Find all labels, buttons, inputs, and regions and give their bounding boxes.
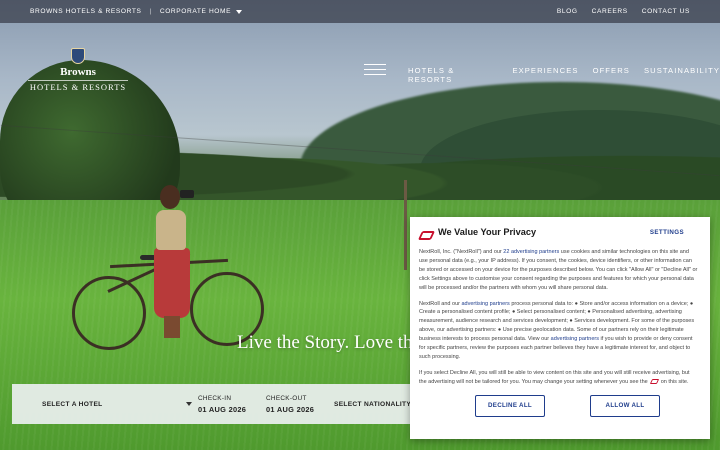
utility-bar: BROWNS HOTELS & RESORTS | CORPORATE HOME… [0, 0, 720, 23]
consent-text: use cookies and similar technologies on … [419, 249, 698, 291]
topbar-separator: | [149, 8, 152, 15]
utility-links: BLOG CAREERS CONTACT US [557, 8, 690, 15]
nav-item-sustainability[interactable]: SUSTAINABILITY [644, 66, 720, 84]
brand-link[interactable]: BROWNS HOTELS & RESORTS [30, 8, 142, 15]
woman-figure [156, 210, 186, 250]
consent-paragraph-2: NextRoll and our advertising partners pr… [419, 300, 702, 362]
advertising-partners-link[interactable]: 22 advertising partners [503, 249, 559, 255]
decline-all-button[interactable]: DECLINE ALL [475, 394, 545, 417]
contact-us-link[interactable]: CONTACT US [642, 8, 690, 15]
bicycle-wheel [72, 276, 146, 350]
brand-logo[interactable]: Browns HOTELS & RESORTS [28, 48, 128, 92]
booking-bar: SELECT A HOTEL CHECK-IN 01 AUG 2026 CHEC… [12, 384, 412, 424]
consent-text: NextRoll, Inc. ("NextRoll") and our [419, 249, 504, 255]
consent-text: If you select Decline All, you will stil… [419, 369, 690, 385]
nav-item-hotels-resorts[interactable]: HOTELS & RESORTS [408, 66, 498, 84]
nav-item-experiences[interactable]: EXPERIENCES [512, 66, 578, 84]
binoculars [180, 190, 194, 198]
chevron-down-icon [186, 402, 192, 406]
consent-paragraph-3: If you select Decline All, you will stil… [419, 369, 702, 387]
nationality-select[interactable]: SELECT NATIONALITY [334, 401, 411, 408]
careers-link[interactable]: CAREERS [592, 8, 628, 15]
main-nav: HOTELS & RESORTS EXPERIENCES OFFERS SUST… [408, 66, 720, 84]
woman-figure [154, 248, 190, 318]
checkout-field[interactable]: CHECK-OUT 01 AUG 2026 [266, 395, 334, 414]
consent-title: We Value Your Privacy [438, 227, 537, 237]
nav-item-offers[interactable]: OFFERS [593, 66, 630, 84]
hamburger-menu-icon[interactable] [364, 64, 386, 75]
consent-paragraph-1: NextRoll, Inc. ("NextRoll") and our 22 a… [419, 248, 702, 293]
checkin-field[interactable]: CHECK-IN 01 AUG 2026 [198, 395, 266, 414]
checkin-label: CHECK-IN [198, 394, 232, 402]
advertising-partners-link[interactable]: advertising partners [551, 336, 599, 342]
hotel-select[interactable]: SELECT A HOTEL [12, 384, 198, 424]
hero-tagline: Live the Story. Love the [237, 332, 417, 353]
checkout-value: 01 AUG 2026 [266, 404, 315, 414]
nextroll-logo-icon [419, 229, 431, 239]
blog-link[interactable]: BLOG [557, 8, 578, 15]
logo-subtitle: HOTELS & RESORTS [28, 80, 128, 92]
nextroll-mini-icon[interactable] [649, 378, 659, 384]
cookie-consent-dialog: We Value Your Privacy SETTINGS NextRoll,… [410, 217, 710, 439]
woman-figure [164, 316, 180, 338]
chevron-down-icon [236, 9, 243, 14]
corporate-home-label: CORPORATE HOME [159, 8, 232, 15]
checkin-value: 01 AUG 2026 [198, 404, 247, 414]
consent-buttons: DECLINE ALL ALLOW ALL [475, 394, 660, 417]
checkout-label: CHECK-OUT [266, 394, 307, 402]
consent-text: NextRoll and our [419, 300, 462, 307]
hotel-select-label: SELECT A HOTEL [42, 400, 103, 408]
consent-text: on this site. [660, 378, 689, 385]
hero-utility-pole [404, 180, 407, 270]
consent-header: We Value Your Privacy SETTINGS [419, 225, 702, 239]
logo-name: Browns [60, 66, 96, 78]
crest-icon [71, 48, 85, 64]
woman-figure [160, 185, 180, 209]
consent-settings-button[interactable]: SETTINGS [650, 229, 684, 236]
corporate-home-dropdown[interactable]: CORPORATE HOME [159, 8, 243, 15]
advertising-partners-link[interactable]: advertising partners [462, 301, 510, 307]
allow-all-button[interactable]: ALLOW ALL [590, 394, 660, 417]
